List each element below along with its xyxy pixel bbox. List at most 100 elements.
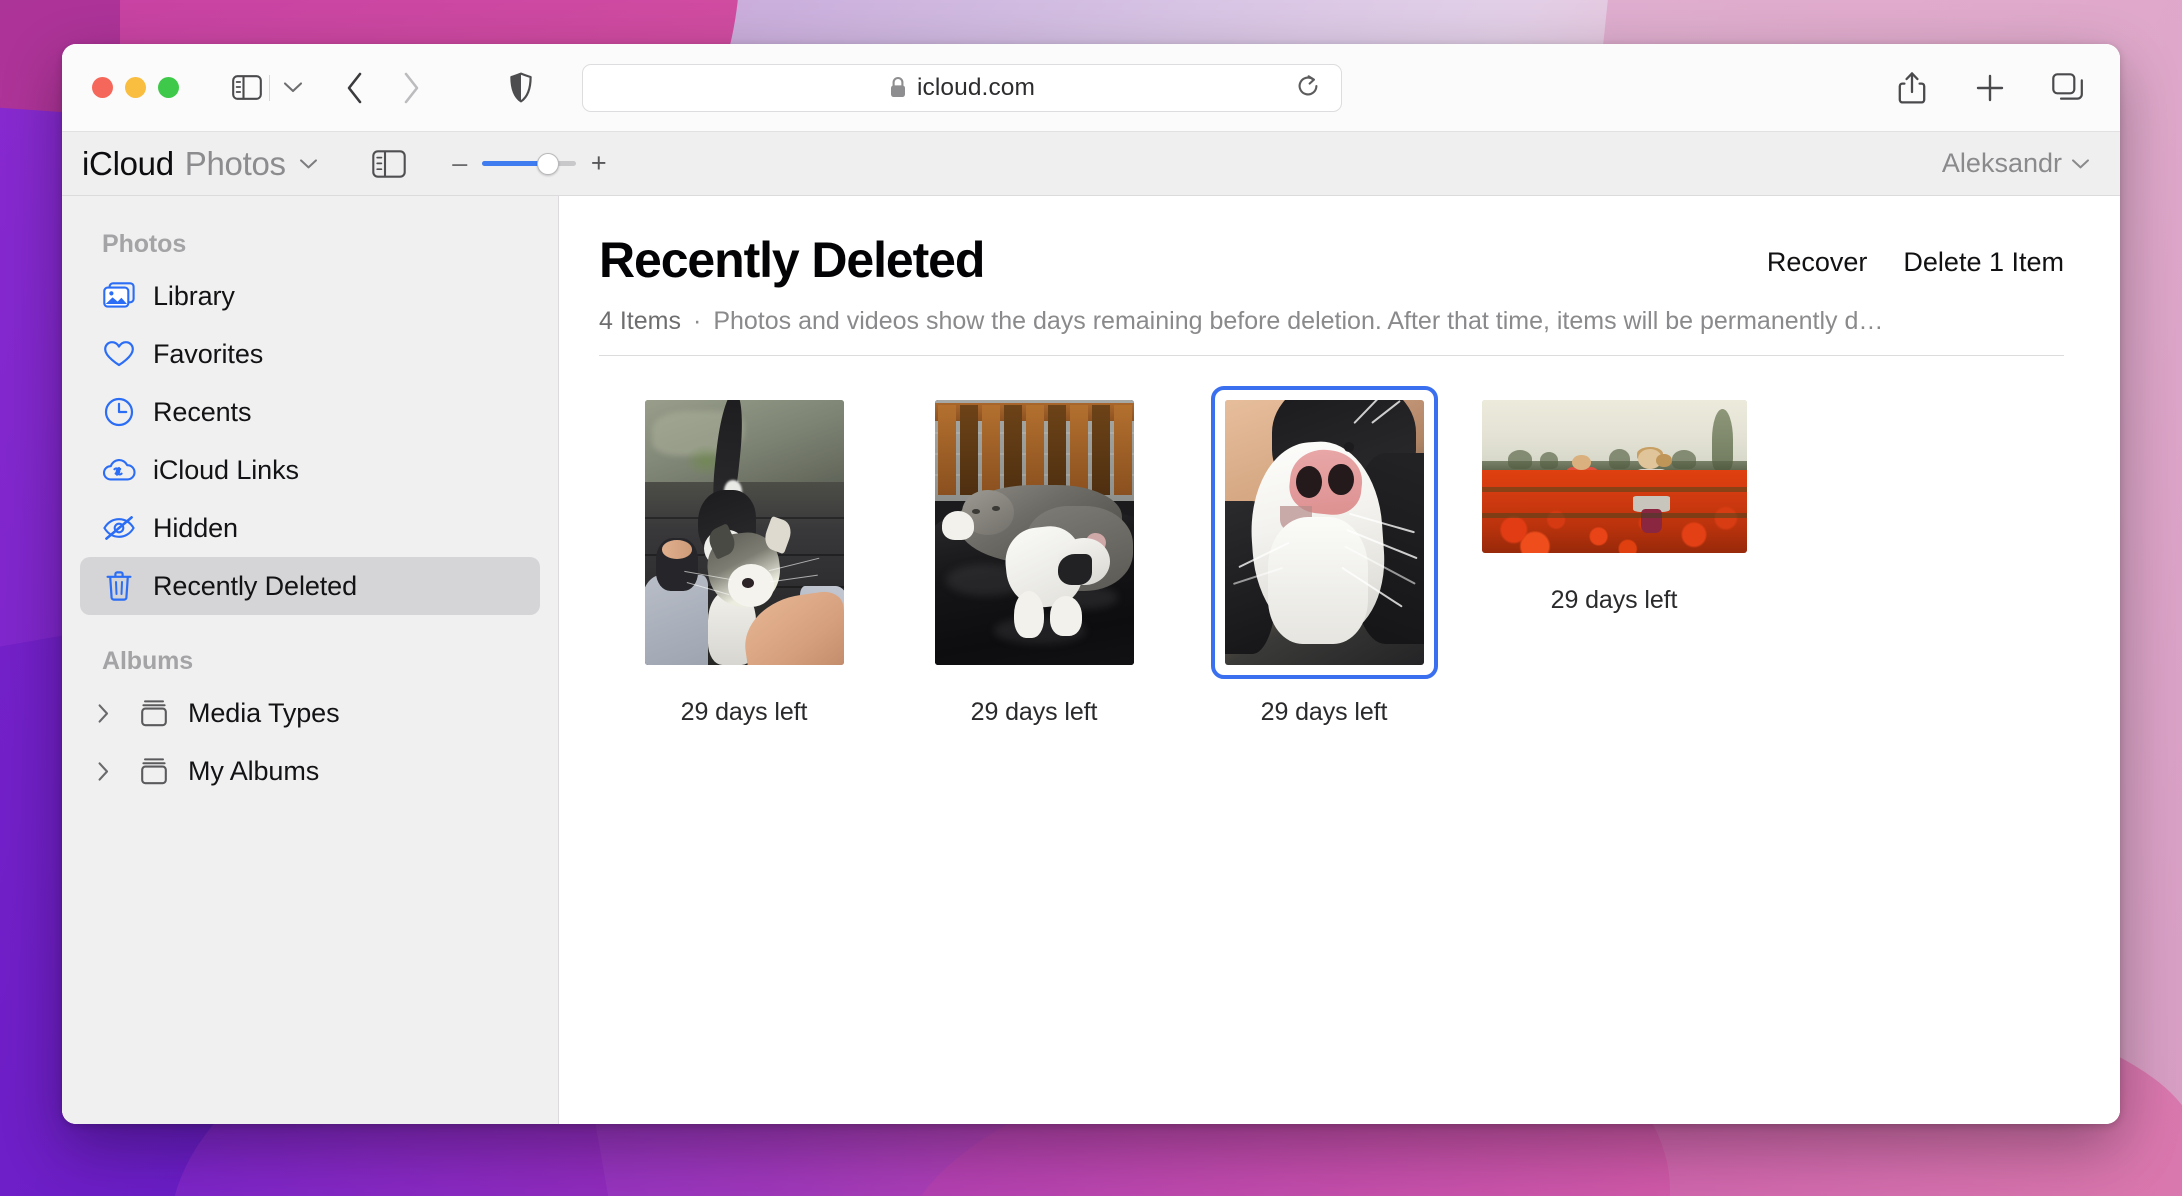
main-content: Recently Deleted Recover Delete 1 Item 4…: [559, 196, 2120, 1124]
address-bar[interactable]: icloud.com: [582, 63, 1342, 112]
sidebar-item-label: Hidden: [153, 512, 238, 543]
heart-icon: [102, 337, 136, 371]
chevron-down-icon[interactable]: [276, 71, 310, 105]
photo-thumbnail[interactable]: [1224, 400, 1424, 665]
app-title-name: Photos: [184, 144, 286, 182]
sidebar-section-title-albums: Albums: [102, 647, 194, 675]
app-sidebar-toggle-icon[interactable]: [370, 148, 408, 180]
subtitle-description: Photos and videos show the days remainin…: [713, 307, 1884, 335]
share-icon[interactable]: [1894, 70, 1930, 106]
photo-caption: 29 days left: [680, 698, 808, 726]
sidebar-item-media-types[interactable]: Media Types: [80, 684, 540, 742]
subtitle-separator: ·: [692, 307, 702, 335]
eye-slash-icon: [102, 511, 136, 545]
browser-toolbar: icloud.com: [62, 44, 2120, 132]
photo-grid: 29 days left 29 days left 29 days left 2…: [599, 356, 2064, 727]
zoom-in-button[interactable]: +: [590, 150, 608, 177]
content-header: Recently Deleted Recover Delete 1 Item: [599, 232, 2064, 288]
sidebar-item-label: Library: [153, 280, 235, 311]
photo-thumbnail-frame[interactable]: [1468, 386, 1761, 567]
photo-thumbnail[interactable]: [1481, 400, 1747, 553]
zoom-slider[interactable]: [481, 152, 576, 175]
lock-icon: [889, 76, 907, 99]
photo-artwork: [1481, 400, 1747, 553]
photo-thumbnail[interactable]: [934, 400, 1134, 665]
zoom-slider-thumb[interactable]: [536, 152, 559, 175]
album-box-icon: [137, 696, 171, 730]
sidebar-item-recents[interactable]: Recents: [80, 383, 540, 441]
account-name: Aleksandr: [1941, 148, 2062, 178]
toolbar-divider: [269, 74, 270, 101]
sidebar-item-recently-deleted[interactable]: Recently Deleted: [80, 557, 540, 615]
photo-grid-item[interactable]: 29 days left: [889, 386, 1179, 727]
back-button[interactable]: [338, 71, 372, 105]
photo-thumbnail-frame-selected[interactable]: [1210, 386, 1438, 679]
chevron-right-icon[interactable]: [86, 703, 120, 724]
sidebar-item-my-albums[interactable]: My Albums: [80, 742, 540, 800]
trash-icon: [102, 569, 136, 603]
safari-browser-window: icloud.com iCloud Photos – + Aleksandr P…: [62, 44, 2120, 1124]
photo-caption: 29 days left: [1260, 698, 1388, 726]
reload-icon[interactable]: [1295, 73, 1325, 103]
page-title: Recently Deleted: [599, 232, 985, 288]
clock-icon: [102, 395, 136, 429]
photo-grid-item-selected[interactable]: 29 days left: [1179, 386, 1469, 727]
delete-items-button[interactable]: Delete 1 Item: [1903, 247, 2064, 278]
sidebar-toggle-group: [227, 71, 310, 105]
account-menu[interactable]: Aleksandr: [1942, 148, 2090, 179]
sidebar-item-favorites[interactable]: Favorites: [80, 325, 540, 383]
content-subtitle: 4 Items · Photos and videos show the day…: [599, 307, 2064, 336]
minimize-window-button[interactable]: [125, 77, 146, 98]
photo-artwork: [934, 400, 1134, 665]
close-window-button[interactable]: [92, 77, 113, 98]
sidebar-toggle-icon[interactable]: [227, 71, 267, 105]
plus-icon[interactable]: [1972, 70, 2008, 106]
sidebar-item-label: Recently Deleted: [153, 570, 358, 601]
photo-caption: 29 days left: [970, 698, 1098, 726]
album-box-icon: [137, 754, 171, 788]
sidebar: Photos Library Favorites Recents iCloud …: [62, 196, 559, 1124]
app-title-menu[interactable]: iCloud Photos: [82, 145, 318, 183]
chevron-down-icon[interactable]: [299, 158, 318, 170]
tab-overview-icon[interactable]: [2050, 70, 2086, 106]
url-text: icloud.com: [916, 73, 1036, 101]
zoom-out-button[interactable]: –: [452, 150, 468, 177]
app-title-brand: iCloud: [82, 144, 174, 182]
chevron-right-icon[interactable]: [86, 761, 120, 782]
sidebar-item-label: Media Types: [188, 697, 340, 728]
sidebar-item-label: Favorites: [153, 338, 264, 369]
forward-button[interactable]: [394, 71, 428, 105]
photo-thumbnail-frame[interactable]: [921, 386, 1148, 679]
sidebar-item-icloud-links[interactable]: iCloud Links: [80, 441, 540, 499]
chevron-down-icon[interactable]: [2071, 158, 2090, 170]
shield-icon[interactable]: [504, 71, 538, 105]
photo-thumbnail-frame[interactable]: [631, 386, 858, 679]
photo-thumbnail[interactable]: [644, 400, 844, 665]
photo-artwork: [1224, 400, 1424, 665]
window-traffic-lights: [92, 77, 179, 98]
sidebar-item-hidden[interactable]: Hidden: [80, 499, 540, 557]
sidebar-item-label: iCloud Links: [153, 454, 299, 485]
recover-button[interactable]: Recover: [1767, 247, 1868, 278]
sidebar-item-label: Recents: [153, 396, 252, 427]
cloud-link-icon: [102, 453, 136, 487]
app-body: Photos Library Favorites Recents iCloud …: [62, 196, 2120, 1124]
photo-artwork: [644, 400, 844, 665]
navigation-buttons: [338, 71, 428, 105]
desktop-wallpaper: icloud.com iCloud Photos – + Aleksandr P…: [0, 0, 2182, 1196]
sidebar-item-label: My Albums: [188, 755, 320, 786]
photo-caption: 29 days left: [1550, 586, 1678, 614]
toolbar-right-actions: [1894, 70, 2092, 106]
address-bar-content: icloud.com: [889, 74, 1035, 102]
sidebar-section-title-photos: Photos: [102, 230, 187, 258]
photo-stack-icon: [102, 279, 136, 313]
photo-grid-item[interactable]: 29 days left: [1469, 386, 1759, 615]
maximize-window-button[interactable]: [158, 77, 179, 98]
item-count: 4 Items: [599, 307, 681, 335]
thumbnail-zoom-control: – +: [452, 150, 608, 177]
header-actions: Recover Delete 1 Item: [1767, 247, 2064, 288]
icloud-app-bar: iCloud Photos – + Aleksandr: [62, 132, 2120, 196]
photo-grid-item[interactable]: 29 days left: [599, 386, 889, 727]
sidebar-item-library[interactable]: Library: [80, 267, 540, 325]
